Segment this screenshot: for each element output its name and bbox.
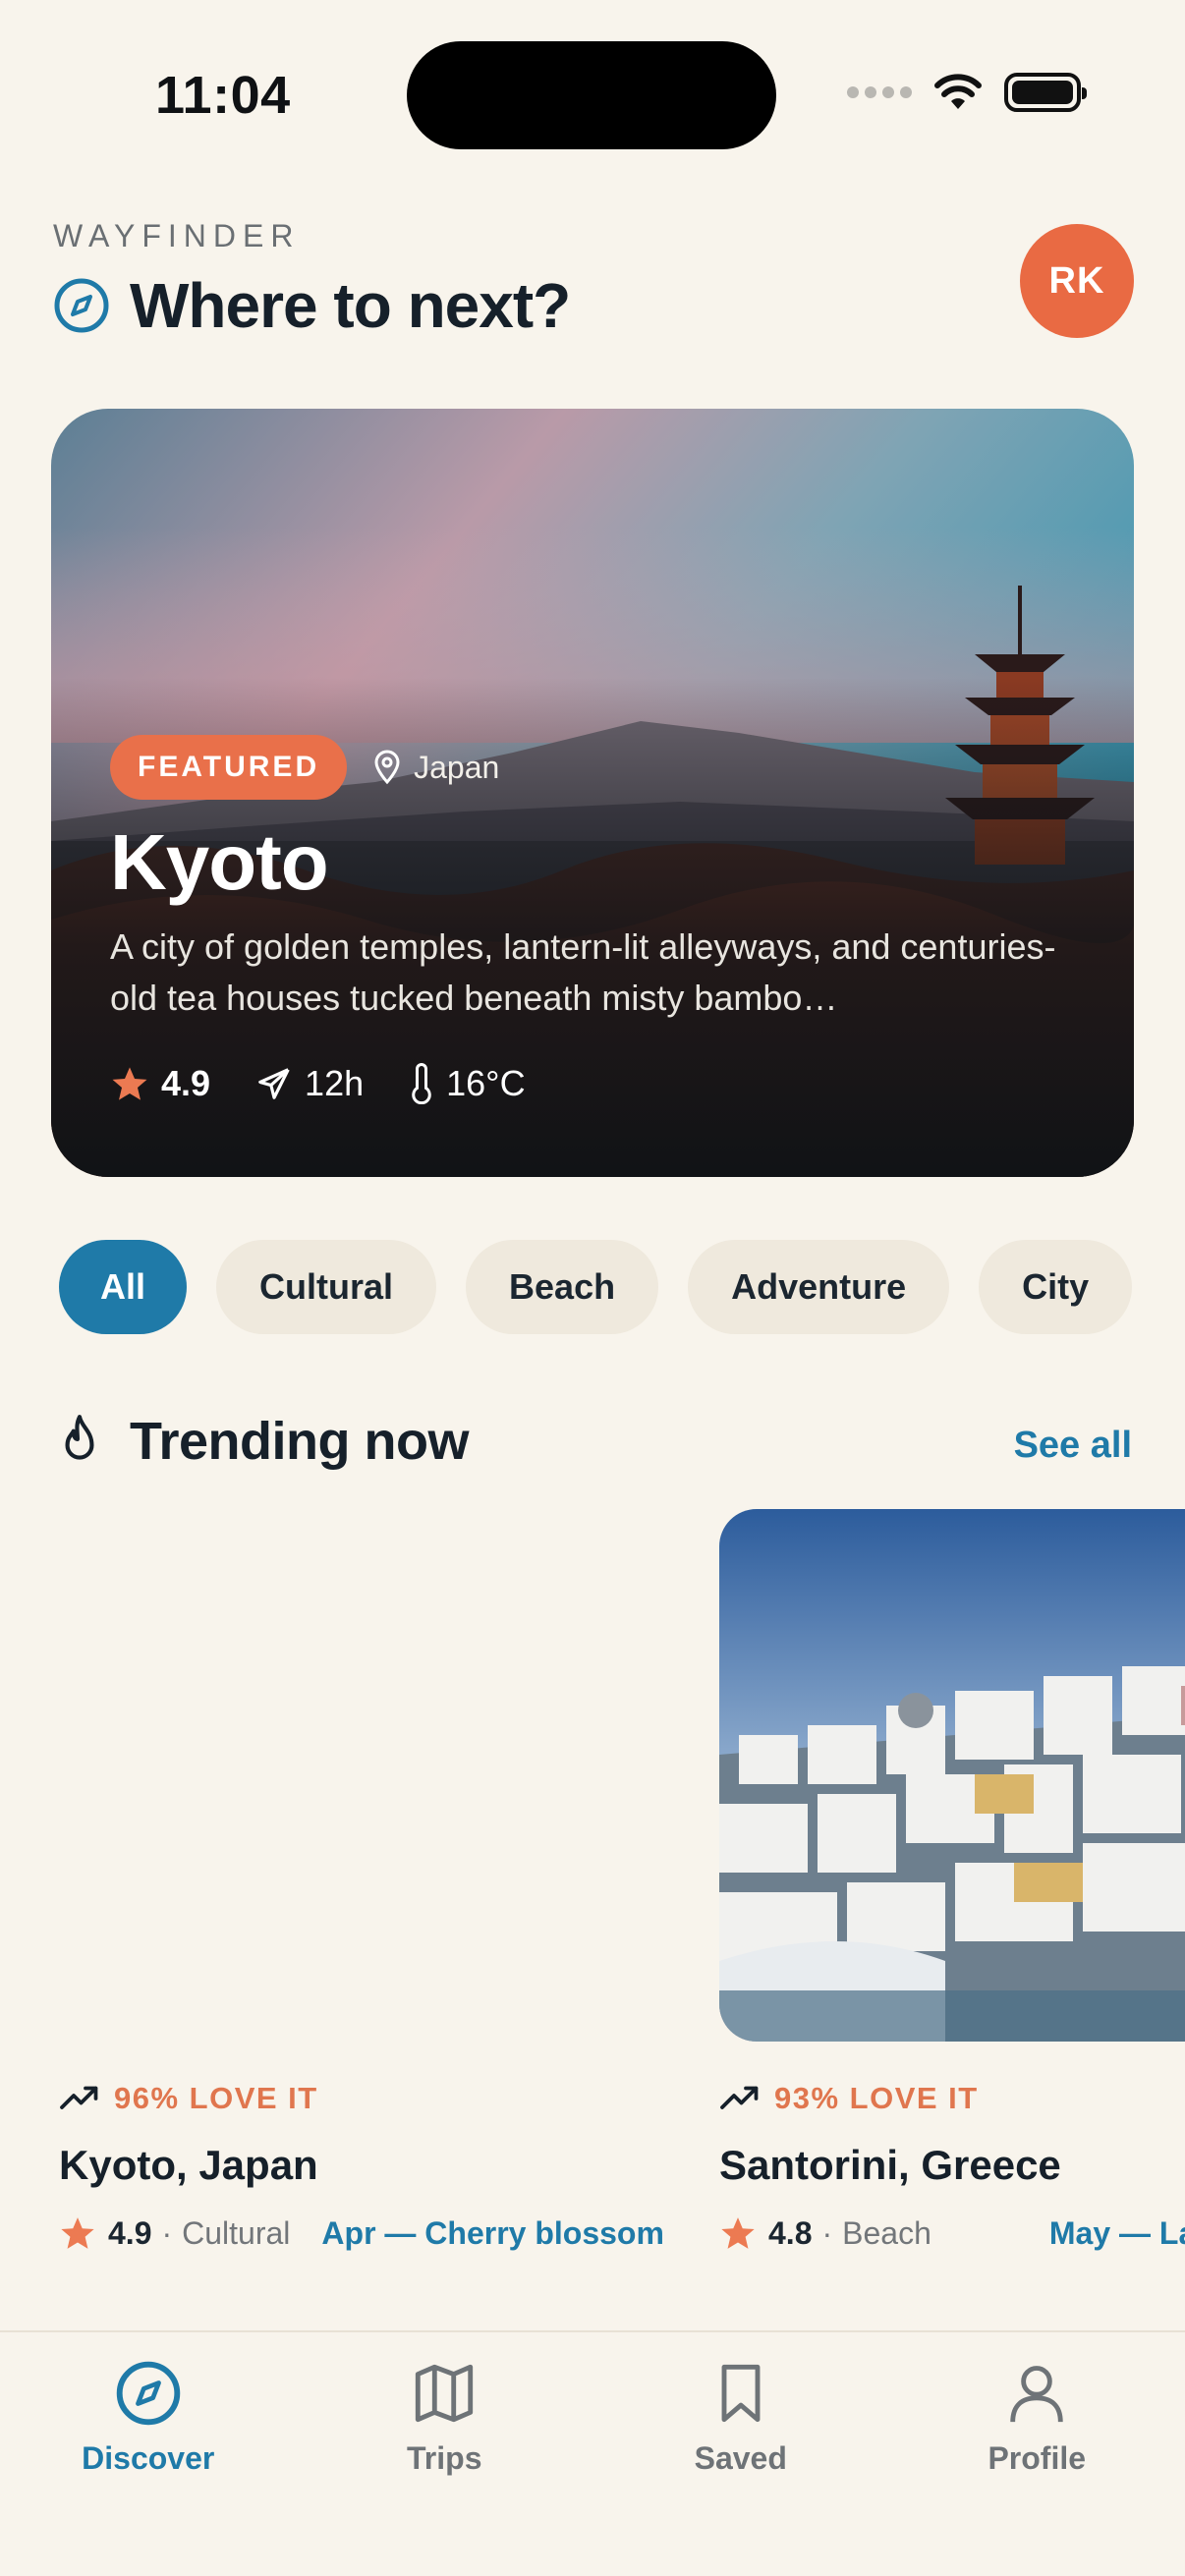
card-rating: 4.8 [768,2214,813,2251]
dynamic-island [407,41,776,149]
nav-label: Trips [407,2440,482,2476]
nav-label: Saved [694,2440,787,2476]
page-title: Where to next? [130,270,571,341]
battery-icon [1004,73,1087,112]
map-icon [416,2364,474,2423]
trending-card-image [59,1509,649,2042]
user-icon [1010,2366,1063,2423]
category-chips: All Cultural Beach Adventure City [59,1240,1133,1334]
page-title-row: Where to next? [53,269,571,342]
brand-name: WAYFINDER [53,218,301,253]
star-icon [61,2217,94,2249]
see-all-link[interactable]: See all [1014,1425,1132,1467]
featured-tags: FEATURED Japan [110,735,1075,800]
temperature-stat: 16°C [409,1063,526,1104]
chip-adventure[interactable]: Adventure [688,1240,950,1334]
trending-up-icon [60,2086,98,2109]
location-text: Japan [414,749,500,785]
featured-stats: 4.9 12h 16°C [110,1063,1075,1104]
chip-city[interactable]: City [979,1240,1133,1334]
bookmark-icon [721,2364,761,2423]
flight-stat: 12h [255,1063,364,1104]
card-title: Kyoto, Japan [59,2142,318,2188]
nav-label: Discover [82,2440,215,2476]
status-icons [847,73,1087,112]
star-icon [112,1067,147,1100]
card-rating: 4.9 [108,2214,152,2251]
card-category: Beach [842,2214,931,2251]
chip-all[interactable]: All [59,1240,188,1334]
rating-value: 4.9 [161,1063,211,1103]
featured-destination-card[interactable]: FEATURED Japan Kyoto A city of golden te… [51,409,1134,1177]
meta-separator: · [821,2214,833,2251]
compass-icon [116,2361,180,2426]
bottom-nav: Discover Trips Saved Profile [0,2330,1185,2576]
trending-card[interactable]: 93% LOVE IT Santorini, Greece 4.8 · Beac… [719,1509,1185,2252]
trending-card[interactable]: 96% LOVE IT Kyoto, Japan 4.9 · Cultural … [59,1509,688,2252]
trending-title: Trending now [130,1412,469,1471]
nav-discover[interactable]: Discover [0,2332,297,2576]
santorini-image [719,1509,1185,2042]
featured-description: A city of golden temples, lantern-lit al… [110,926,1056,1018]
temperature-value: 16°C [446,1063,526,1103]
trending-card-image [719,1509,1185,2042]
plane-icon [258,1068,290,1099]
love-text: 93% LOVE IT [774,2081,979,2115]
featured-content: FEATURED Japan Kyoto A city of golden te… [110,735,1075,1104]
featured-badge: FEATURED [110,735,348,800]
card-category: Cultural [182,2214,291,2251]
love-text: 96% LOVE IT [114,2081,318,2115]
love-stat: 96% LOVE IT [59,2081,688,2116]
discover-screen: 11:04 WAYFINDER Where to next? RK FEATUR… [0,0,1185,2576]
flame-icon [65,1415,94,1460]
meta-separator: · [161,2214,173,2251]
featured-title: Kyoto [110,818,329,906]
nav-profile[interactable]: Profile [889,2332,1185,2576]
location-label: Japan [372,750,499,786]
chip-beach[interactable]: Beach [466,1240,659,1334]
nav-saved[interactable]: Saved [592,2332,889,2576]
location-pin-icon [374,750,400,785]
card-title: Santorini, Greece [719,2142,1061,2188]
card-season: May — La [1048,2214,1185,2251]
wifi-icon [934,74,982,109]
trending-header: Trending now [55,1411,469,1472]
compass-icon [54,278,109,333]
love-stat: 93% LOVE IT [719,2081,1185,2116]
thermometer-icon [412,1063,431,1104]
card-season: Apr — Cherry blossom [321,2214,664,2251]
star-icon [721,2217,755,2249]
nav-label: Profile [988,2440,1087,2476]
cellular-signal-icon [847,86,912,98]
card-meta: 4.8 · Beach May — La [719,2214,1185,2252]
avatar[interactable]: RK [1020,224,1134,338]
trending-up-icon [720,2086,759,2109]
rating-stat: 4.9 [110,1063,210,1104]
flight-time: 12h [305,1063,365,1103]
status-time: 11:04 [155,66,291,125]
card-meta: 4.9 · Cultural Apr — Cherry blossom [59,2214,688,2252]
chip-cultural[interactable]: Cultural [216,1240,437,1334]
nav-trips[interactable]: Trips [297,2332,593,2576]
